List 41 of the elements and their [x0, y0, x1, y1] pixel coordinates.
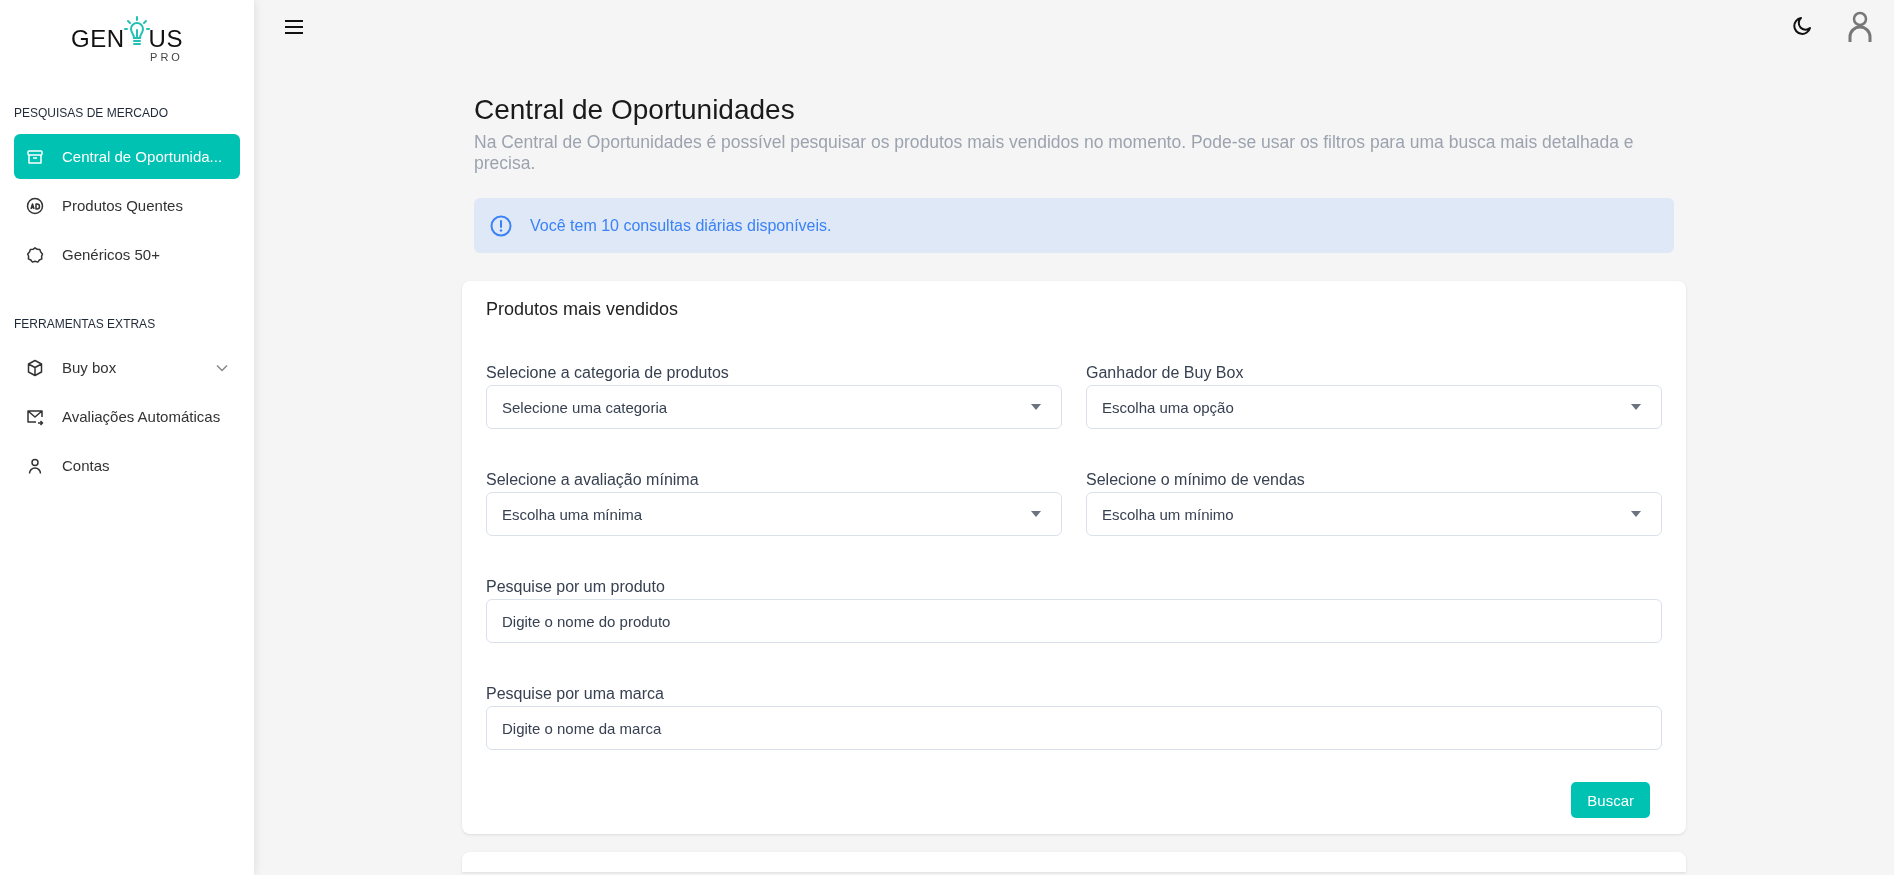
sidebar-item[interactable]: Genéricos 50+ [14, 232, 240, 277]
page-title: Central de Oportunidades [474, 94, 796, 126]
select-dropdown[interactable]: Selecione uma categoria [486, 385, 1062, 429]
envelope-icon [26, 407, 44, 426]
user-icon [26, 456, 44, 475]
select-dropdown[interactable]: Escolha uma mínima [486, 492, 1062, 536]
caret-down-icon [1031, 511, 1041, 517]
sidebar-item[interactable]: Buy box [14, 345, 240, 390]
select-dropdown[interactable]: Escolha um mínimo [1086, 492, 1662, 536]
caret-down-icon [1631, 404, 1641, 410]
menu-icon[interactable] [284, 19, 304, 35]
field-label: Pesquise por um produto [486, 578, 666, 596]
user-icon[interactable] [1848, 11, 1872, 43]
logo-text: US [148, 27, 183, 51]
info-icon [490, 214, 512, 237]
alert-message: Você tem 10 consultas diárias disponíveis. [530, 216, 832, 235]
select-dropdown[interactable]: Escolha uma opção [1086, 385, 1662, 429]
field-label: Selecione o mínimo de vendas [1086, 471, 1306, 489]
moon-icon[interactable] [1790, 16, 1812, 38]
chevron-down-icon [216, 363, 228, 372]
sidebar-item[interactable]: Produtos Quentes [14, 183, 240, 228]
badge-outline-icon [26, 245, 44, 264]
field-label: Selecione a categoria de produtos [486, 364, 730, 382]
cube-icon [26, 358, 44, 377]
field-label: Ganhador de Buy Box [1086, 364, 1245, 382]
caret-down-icon [1631, 511, 1641, 517]
page-description: Na Central de Oportunidades é possível pesquisar os produtos mais vendidos no momento. Pode-se usar os filtros para uma busca mais detalhada e precisa. [474, 132, 1635, 174]
logo-subtitle: PRO [150, 52, 183, 63]
caret-down-icon [1031, 404, 1041, 410]
input-field[interactable]: Digite o nome da marca [486, 706, 1662, 750]
input-field[interactable]: Digite o nome do produto [486, 599, 1662, 643]
card-title: Produtos mais vendidos [486, 299, 680, 320]
sidebar-item[interactable]: Contas [14, 443, 240, 488]
field-label: Selecione a avaliação mínima [486, 471, 700, 489]
field-label: Pesquise por uma marca [486, 685, 665, 703]
logo-text: GEN [71, 27, 125, 51]
section-heading: FERRAMENTAS EXTRAS [14, 317, 157, 331]
archive-box-icon [26, 147, 44, 166]
section-heading: PESQUISAS DE MERCADO [14, 106, 170, 120]
sidebar-item[interactable]: Avaliações Automáticas [14, 394, 240, 439]
ad-circle-icon [26, 196, 44, 215]
